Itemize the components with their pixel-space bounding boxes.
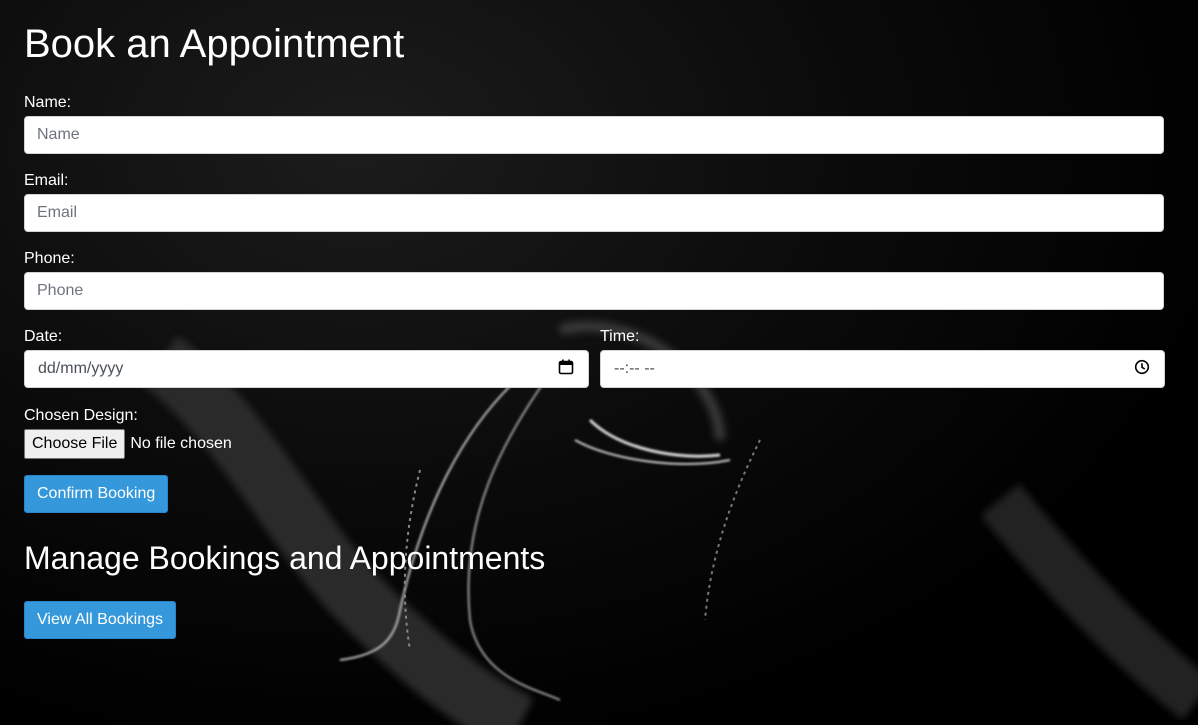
booking-page: Book an Appointment Name: Email: Phone: …	[0, 0, 1188, 639]
file-status: No file chosen	[130, 435, 232, 452]
design-label: Chosen Design:	[24, 407, 138, 424]
date-field-group: Date: dd/mm/yyyy	[24, 328, 589, 388]
time-placeholder: --:-- --	[614, 360, 655, 377]
file-upload: Choose File No file chosen	[24, 429, 1164, 459]
email-label: Email:	[24, 172, 69, 189]
phone-input[interactable]	[24, 272, 1164, 310]
date-label: Date:	[24, 328, 63, 345]
email-input[interactable]	[24, 194, 1164, 232]
time-input[interactable]: --:-- --	[600, 350, 1165, 388]
page-title: Book an Appointment	[24, 22, 405, 66]
calendar-icon[interactable]	[558, 359, 574, 380]
date-time-row: Date: dd/mm/yyyy Time: --:-- --	[24, 328, 1165, 388]
submit-row: Confirm Booking	[24, 475, 1164, 513]
design-field-group: Chosen Design: Choose File No file chose…	[24, 407, 1164, 459]
phone-label: Phone:	[24, 250, 75, 267]
time-field-group: Time: --:-- --	[600, 328, 1165, 388]
confirm-booking-button[interactable]: Confirm Booking	[24, 475, 169, 513]
date-placeholder: dd/mm/yyyy	[38, 360, 124, 377]
clock-icon[interactable]	[1134, 359, 1150, 380]
manage-title: Manage Bookings and Appointments	[24, 540, 546, 576]
choose-file-button[interactable]: Choose File	[24, 429, 126, 459]
email-field-group: Email:	[24, 172, 1164, 232]
date-input[interactable]: dd/mm/yyyy	[24, 350, 589, 388]
manage-actions: View All Bookings	[24, 601, 1164, 639]
phone-field-group: Phone:	[24, 250, 1164, 310]
name-field-group: Name:	[24, 94, 1164, 154]
time-label: Time:	[600, 328, 640, 345]
name-input[interactable]	[24, 116, 1164, 154]
name-label: Name:	[24, 94, 72, 111]
view-all-bookings-button[interactable]: View All Bookings	[24, 601, 176, 639]
